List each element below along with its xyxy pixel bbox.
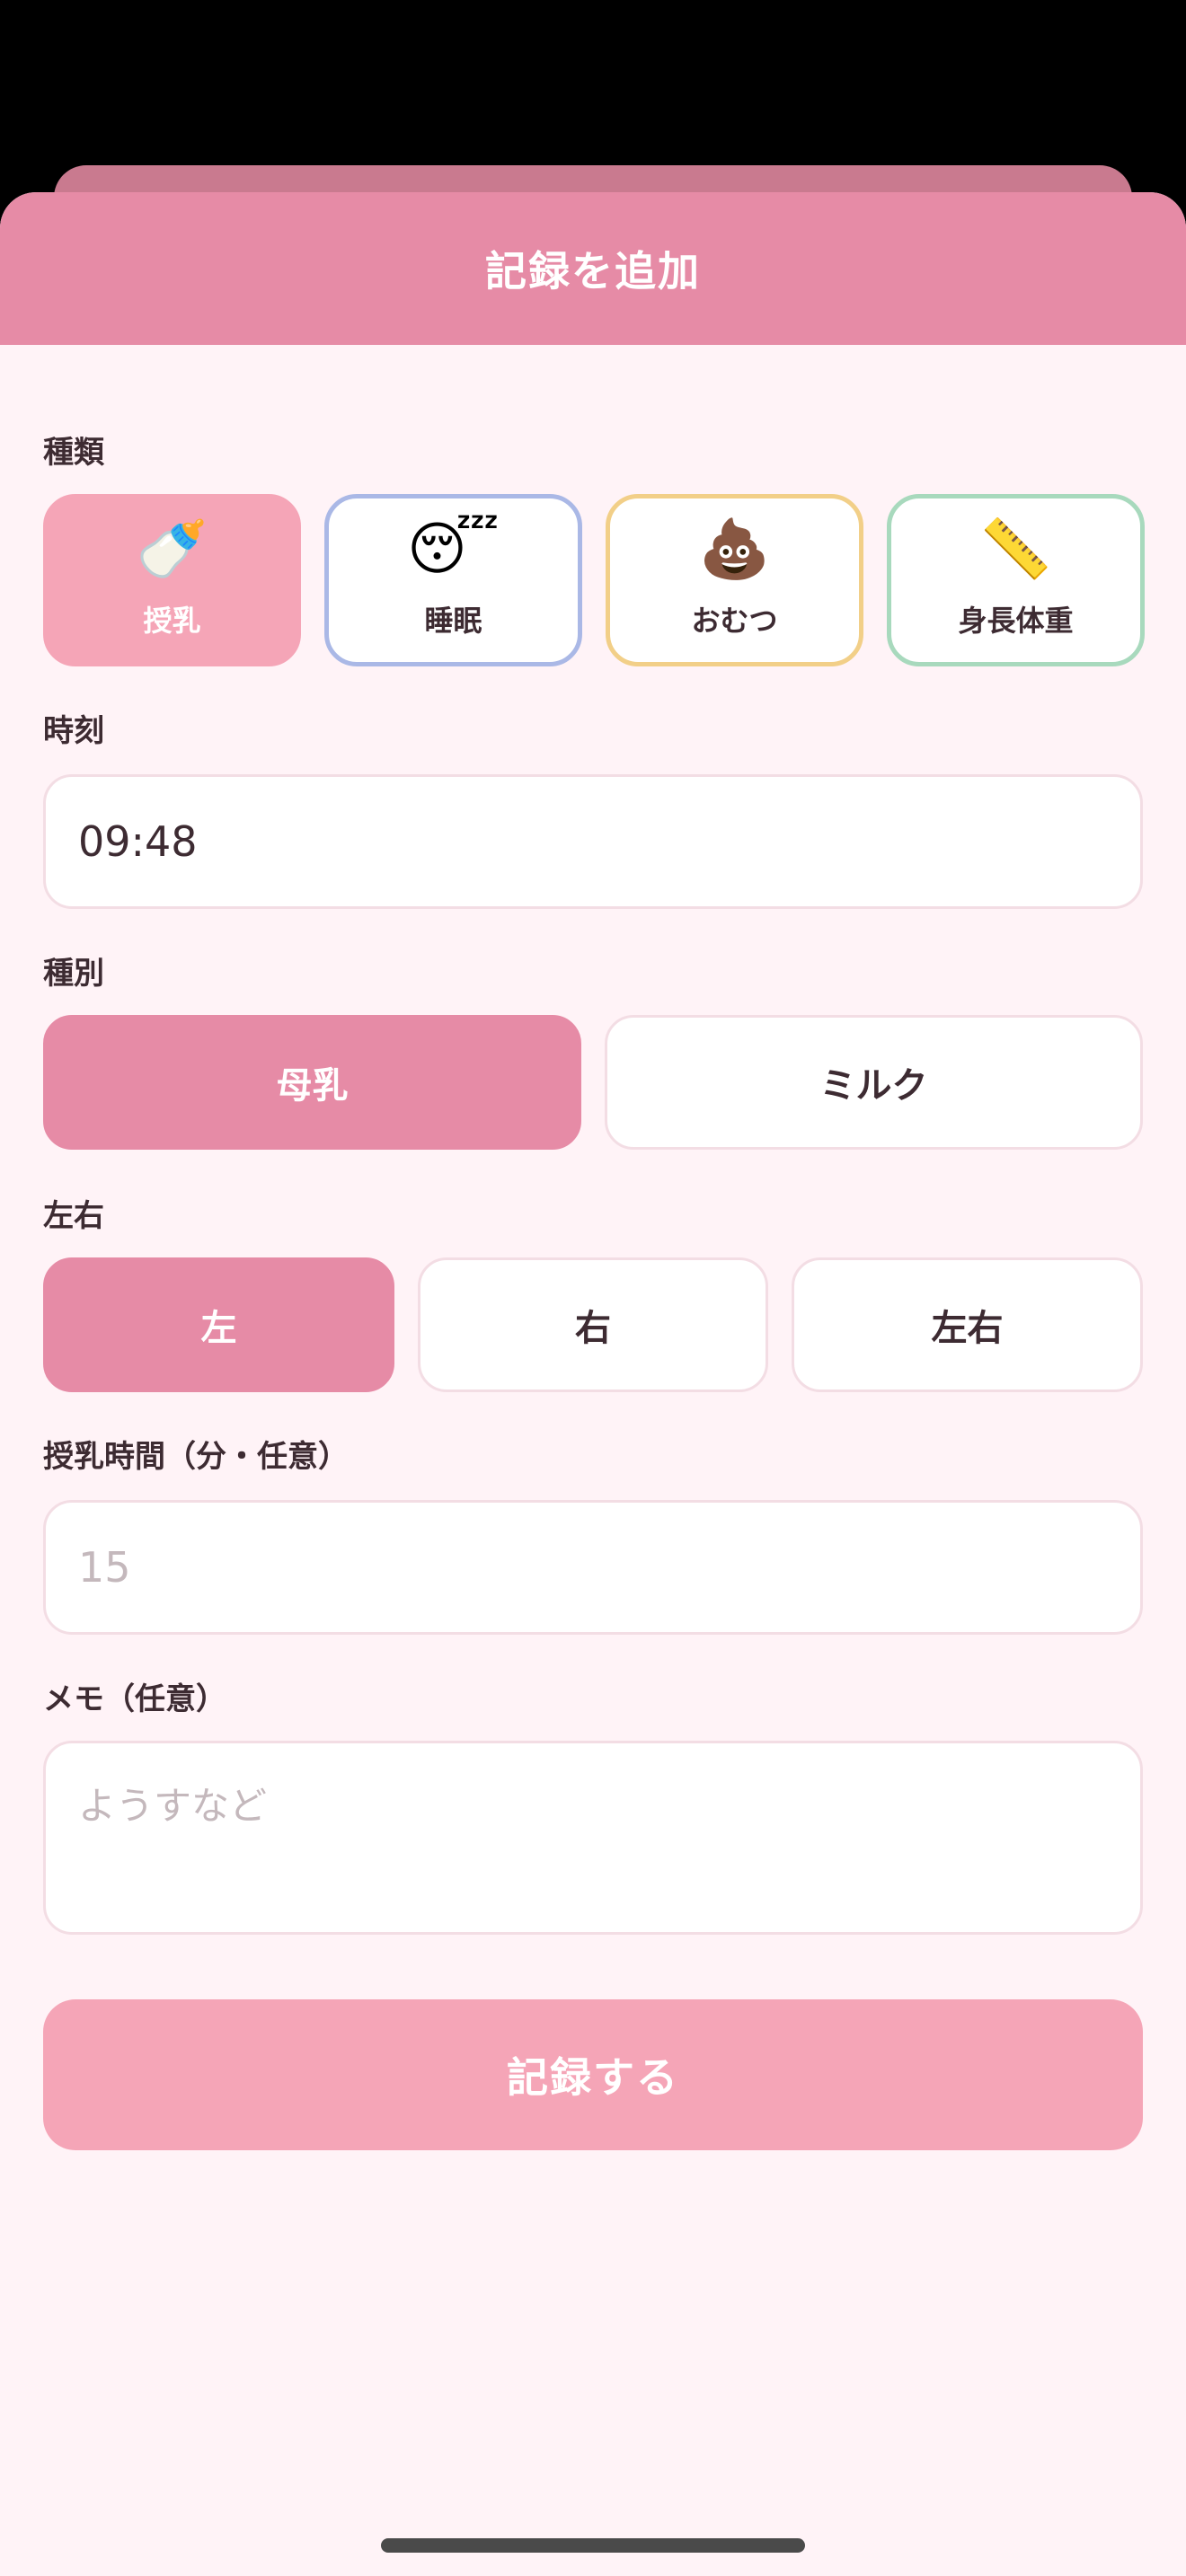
- memo-label: メモ（任意）: [43, 1681, 226, 1717]
- category-growth-label: 身長体重: [958, 604, 1074, 638]
- category-growth-button[interactable]: 📏 身長体重: [887, 494, 1145, 666]
- category-sleep-button[interactable]: 😴 睡眠: [324, 494, 582, 666]
- sheet-title: 記録を追加: [485, 247, 701, 296]
- time-label: 時刻: [43, 713, 104, 749]
- side-label: 左右: [43, 1198, 104, 1234]
- memo-textarea[interactable]: ようすなど: [43, 1741, 1143, 1935]
- sleeping-face-icon: 😴: [407, 516, 500, 583]
- feed-type-breast-button[interactable]: 母乳: [43, 1015, 581, 1150]
- time-input[interactable]: 09:48: [43, 774, 1143, 909]
- feed-type-selector: 母乳 ミルク: [43, 1015, 1143, 1150]
- screen: 記録を追加 種類 🍼 授乳 😴 睡眠 💩 おむつ 📏 身長体重 時刻 09:48…: [0, 0, 1186, 2576]
- category-diaper-label: おむつ: [691, 604, 778, 638]
- duration-label: 授乳時間（分・任意）: [43, 1439, 349, 1475]
- category-diaper-button[interactable]: 💩 おむつ: [606, 494, 863, 666]
- side-both-button[interactable]: 左右: [792, 1257, 1143, 1392]
- poop-icon: 💩: [698, 516, 771, 583]
- memo-placeholder: ようすなど: [78, 1784, 268, 1828]
- side-selector: 左 右 左右: [43, 1257, 1143, 1392]
- category-feeding-button[interactable]: 🍼 授乳: [43, 494, 301, 666]
- category-sleep-label: 睡眠: [424, 604, 482, 638]
- feed-type-formula-button[interactable]: ミルク: [605, 1015, 1143, 1150]
- ruler-icon: 📏: [979, 516, 1052, 583]
- time-value: 09:48: [78, 817, 198, 866]
- sheet-header: 記録を追加: [0, 192, 1186, 345]
- side-left-button[interactable]: 左: [43, 1257, 394, 1392]
- duration-input[interactable]: 15: [43, 1500, 1143, 1635]
- add-record-sheet: 記録を追加 種類 🍼 授乳 😴 睡眠 💩 おむつ 📏 身長体重 時刻 09:48…: [0, 192, 1186, 2576]
- submit-button[interactable]: 記録する: [43, 1999, 1143, 2150]
- category-feeding-label: 授乳: [143, 604, 201, 638]
- home-indicator: [381, 2538, 805, 2553]
- category-selector: 🍼 授乳 😴 睡眠 💩 おむつ 📏 身長体重: [43, 494, 1145, 666]
- duration-placeholder: 15: [78, 1543, 131, 1592]
- baby-bottle-icon: 🍼: [136, 516, 208, 583]
- side-right-button[interactable]: 右: [418, 1257, 768, 1392]
- feed-type-label: 種別: [43, 956, 104, 992]
- category-label: 種類: [43, 435, 104, 471]
